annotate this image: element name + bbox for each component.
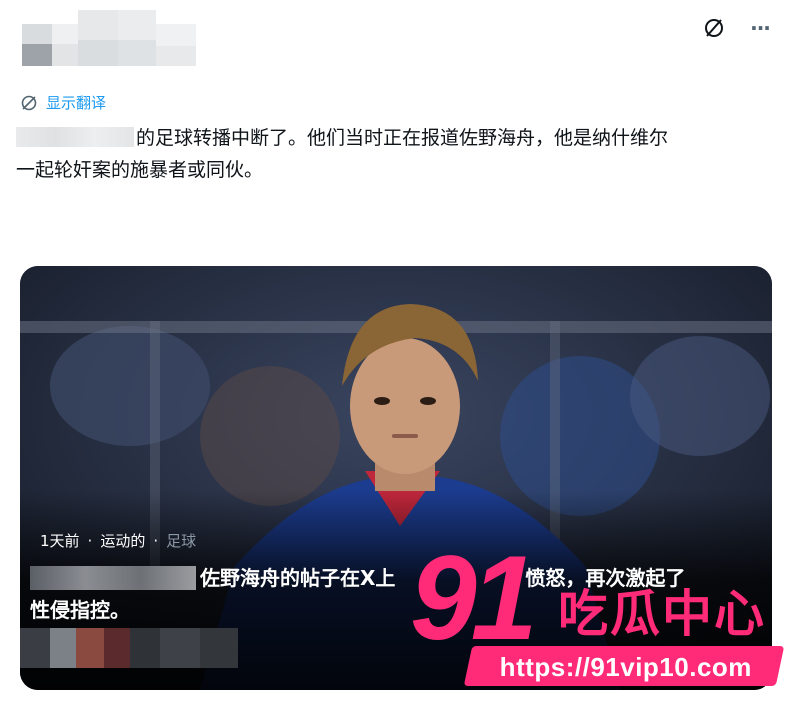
translate-icon <box>705 19 723 37</box>
redacted-text <box>30 566 196 590</box>
post-body: 的足球转播中断了。他们当时正在报道佐野海舟，他是纳什维尔 一起轮奸案的施暴者或同… <box>16 122 780 186</box>
more-options-button[interactable]: ··· <box>746 14 774 42</box>
translate-toggle-button[interactable] <box>700 14 728 42</box>
meta-separator: · <box>153 531 159 550</box>
redacted-text <box>16 127 134 147</box>
watermark-brand: 吃瓜中心 <box>558 585 766 643</box>
show-translation-label: 显示翻译 <box>46 94 107 112</box>
card-title-line2: 性侵指控。 <box>30 598 130 622</box>
watermark-url-banner: https://91vip10.com <box>463 646 785 686</box>
more-icon: ··· <box>750 16 771 40</box>
watermark-number: 91 <box>410 531 538 665</box>
redacted-author-header <box>0 0 240 70</box>
card-meta-category: 运动的 <box>100 532 146 550</box>
post-body-line2: 一起轮奸案的施暴者或同伙。 <box>16 159 264 181</box>
card-meta-time: 1天前 <box>40 532 80 550</box>
card-title-line1: 佐野海舟的帖子在X上 <box>200 566 396 590</box>
post-body-line1: 的足球转播中断了。他们当时正在报道佐野海舟，他是纳什维尔 <box>136 127 669 149</box>
meta-separator: · <box>87 531 93 550</box>
translate-icon <box>21 95 37 110</box>
card-meta: 1天前 · 运动的 · 足球 <box>40 530 196 551</box>
watermark-url: https://91vip10.com <box>499 652 752 682</box>
redacted-source <box>20 628 238 668</box>
card-meta-subcategory: 足球 <box>166 532 197 550</box>
show-translation-link[interactable]: 显示翻译 <box>20 92 106 113</box>
top-actions: ··· <box>700 14 774 42</box>
